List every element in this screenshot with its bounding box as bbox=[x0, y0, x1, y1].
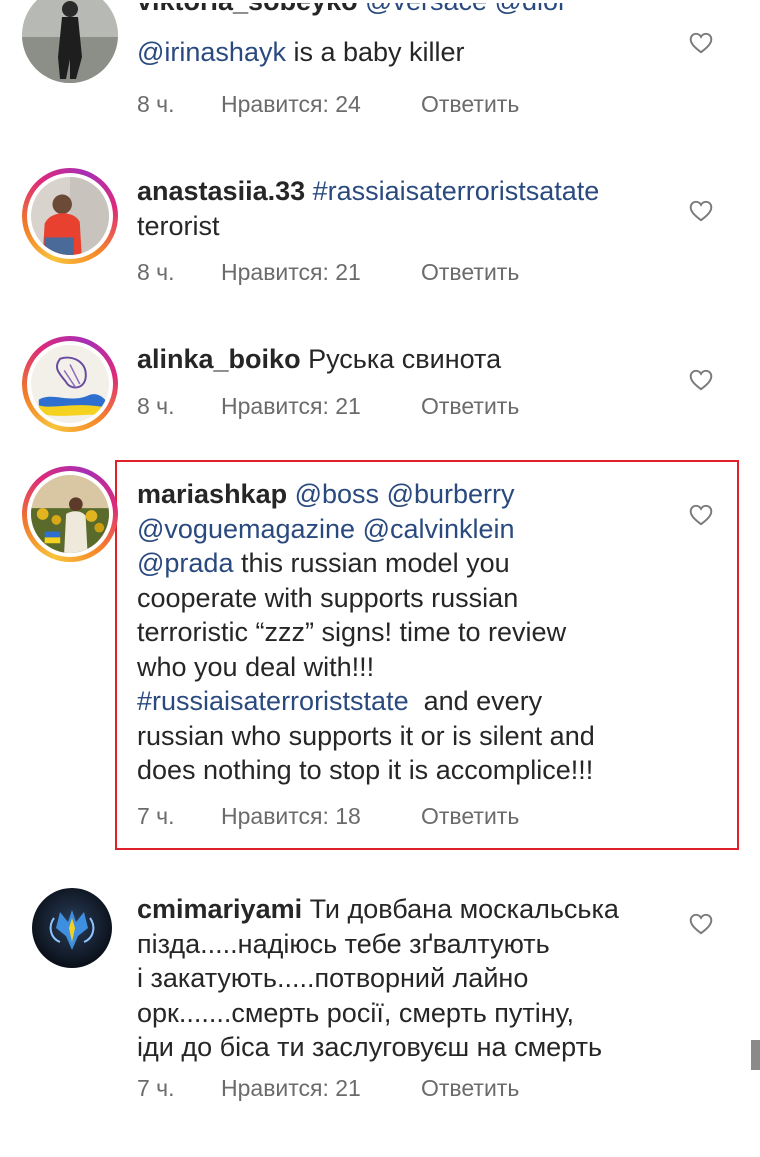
comment-body: cooperate with supports russian bbox=[137, 582, 519, 613]
comment-mention[interactable]: @calvinklein bbox=[363, 514, 515, 544]
comment-time: 8 ч. bbox=[137, 259, 175, 285]
avatar[interactable] bbox=[22, 0, 118, 83]
comment-likes[interactable]: Нравится: 18 bbox=[221, 803, 421, 830]
avatar[interactable] bbox=[22, 466, 118, 562]
comment-body: пізда.....надіюсь тебе зґвалтують bbox=[137, 928, 550, 959]
comment-time: 8 ч. bbox=[137, 393, 175, 419]
comment-likes[interactable]: Нравится: 21 bbox=[221, 393, 421, 420]
comment-hashtag[interactable]: #russiaisaterroriststate bbox=[137, 686, 409, 716]
avatar[interactable] bbox=[22, 168, 118, 264]
comment-meta: 7 ч. Нравится: 18 Ответить bbox=[137, 803, 519, 830]
comment-text: cmimariyami Ти довбана москальська пізда… bbox=[137, 892, 682, 1065]
avatar-photo bbox=[31, 177, 109, 255]
comment-text: mariashkap @boss @burberry @voguemagazin… bbox=[137, 477, 682, 788]
comment-username[interactable]: mariashkap bbox=[137, 479, 287, 509]
comment-time: 7 ч. bbox=[137, 803, 175, 829]
comment-meta: 8 ч. Нравится: 21 Ответить bbox=[137, 393, 519, 420]
heart-icon[interactable] bbox=[688, 367, 714, 393]
comment-body: terorist bbox=[137, 210, 220, 241]
comment-mention[interactable]: @voguemagazine bbox=[137, 514, 355, 544]
comment-time: 7 ч. bbox=[137, 1075, 175, 1101]
comment-mention[interactable]: @irinashayk bbox=[137, 37, 286, 67]
comment-body: this russian model you bbox=[233, 548, 510, 578]
heart-icon[interactable] bbox=[688, 198, 714, 224]
comment-meta: 8 ч. Нравится: 21 Ответить bbox=[137, 259, 519, 286]
comment-body: Ти довбана москальська bbox=[302, 894, 619, 924]
comment-mention[interactable]: @burberry bbox=[387, 479, 515, 509]
comment-time: 8 ч. bbox=[137, 91, 175, 117]
comment-username[interactable]: anastasiia.33 bbox=[137, 176, 305, 206]
comment-body: і закатують.....потворний лайно bbox=[137, 963, 529, 993]
comment-likes[interactable]: Нравится: 21 bbox=[221, 259, 421, 286]
comment-text: anastasiia.33 #rassiaisaterroristsatate … bbox=[137, 174, 682, 243]
comment-body: terroristic “zzz” signs! time to review bbox=[137, 617, 567, 647]
comment-meta: 8 ч. Нравится: 24 Ответить bbox=[137, 91, 519, 118]
comment-body: russian who supports it or is silent and bbox=[137, 720, 595, 751]
avatar-photo bbox=[22, 0, 118, 83]
comment-username[interactable]: alinka_boiko bbox=[137, 344, 301, 374]
comment-body: іди до біса ти заслуговуєш на смерть bbox=[137, 1032, 603, 1062]
comment-body: is a baby killer bbox=[285, 37, 465, 67]
comment-body: орк.......смерть росії, смерть путіну, bbox=[137, 997, 574, 1028]
comment-text: viktoria_sobeyko @versace @dior @irinash… bbox=[137, 3, 682, 70]
avatar-photo bbox=[31, 475, 109, 553]
comment-username[interactable]: cmimariyami bbox=[137, 894, 302, 924]
comment-body: does nothing to stop it is accomplice!!! bbox=[137, 755, 594, 785]
comment-body: Руська свинота bbox=[308, 344, 502, 374]
comment-body: who you deal with!!! bbox=[137, 651, 375, 682]
comment-mention[interactable]: @prada bbox=[137, 548, 233, 578]
comment-mention[interactable]: @boss bbox=[295, 479, 379, 509]
reply-button[interactable]: Ответить bbox=[421, 393, 519, 420]
comment-likes[interactable]: Нравится: 21 bbox=[221, 1075, 421, 1102]
reply-button[interactable]: Ответить bbox=[421, 803, 519, 830]
comment-body: and every bbox=[408, 686, 543, 716]
comment-meta: 7 ч. Нравится: 21 Ответить bbox=[137, 1075, 519, 1102]
heart-icon[interactable] bbox=[688, 911, 714, 937]
heart-icon[interactable] bbox=[688, 30, 714, 56]
comment-username[interactable]: viktoria_sobeyko bbox=[137, 3, 358, 16]
reply-button[interactable]: Ответить bbox=[421, 91, 519, 118]
comment-mention[interactable]: @versace @dior bbox=[365, 3, 567, 16]
comment-likes[interactable]: Нравится: 24 bbox=[221, 91, 421, 118]
avatar[interactable] bbox=[32, 888, 112, 968]
reply-button[interactable]: Ответить bbox=[421, 259, 519, 286]
comment-hashtag[interactable]: #rassiaisaterroristsatate bbox=[313, 176, 600, 206]
scrollbar[interactable] bbox=[751, 1040, 760, 1070]
avatar-photo bbox=[32, 888, 112, 968]
heart-icon[interactable] bbox=[688, 502, 714, 528]
comment-text: alinka_boiko Руська свинота bbox=[137, 342, 682, 377]
reply-button[interactable]: Ответить bbox=[421, 1075, 519, 1102]
avatar-photo bbox=[31, 345, 109, 423]
avatar[interactable] bbox=[22, 336, 118, 432]
